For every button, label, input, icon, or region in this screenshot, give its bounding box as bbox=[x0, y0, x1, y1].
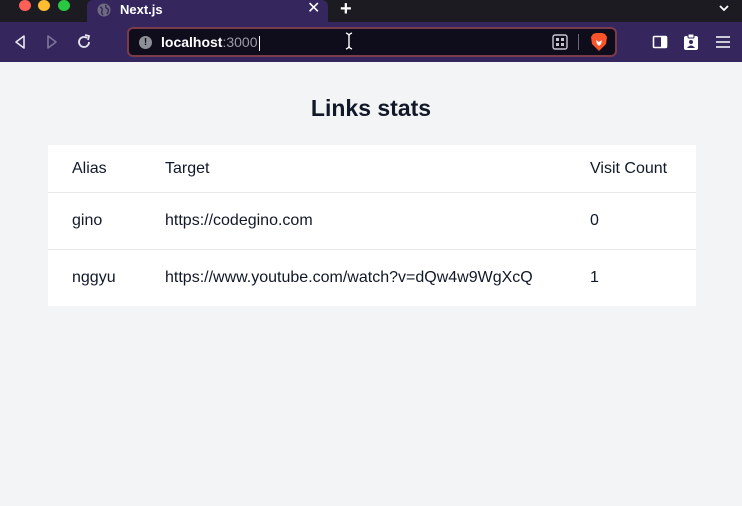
info-icon[interactable]: ! bbox=[139, 36, 152, 49]
table-row: nggyu https://www.youtube.com/watch?v=dQ… bbox=[48, 250, 696, 306]
target-cell: https://codegino.com bbox=[165, 212, 313, 229]
url-port: :3000 bbox=[222, 34, 258, 50]
window-zoom-button[interactable] bbox=[58, 0, 70, 11]
column-header-visit-count: Visit Count bbox=[590, 160, 668, 177]
globe-icon bbox=[97, 3, 111, 17]
table-row: gino https://codegino.com 0 bbox=[48, 193, 696, 250]
tab-list-icon[interactable] bbox=[717, 3, 731, 15]
address-bar[interactable]: ! localhost:3000 bbox=[127, 27, 617, 57]
tab-nextjs[interactable]: Next.js ✕ bbox=[87, 0, 328, 22]
alias-cell: gino bbox=[72, 212, 103, 229]
table-header-row: Alias Target Visit Count bbox=[48, 145, 696, 193]
ibeam-cursor-icon bbox=[345, 32, 353, 50]
divider bbox=[578, 34, 579, 50]
column-header-target: Target bbox=[165, 160, 210, 177]
tab-strip: Next.js ✕ + bbox=[0, 0, 742, 22]
url-text[interactable]: localhost:3000 bbox=[161, 34, 260, 51]
new-tab-button[interactable]: + bbox=[340, 0, 352, 19]
page-title: Links stats bbox=[310, 95, 432, 121]
target-cell: https://www.youtube.com/watch?v=dQw4w9Wg… bbox=[165, 269, 533, 286]
reload-icon[interactable] bbox=[75, 33, 93, 51]
forward-icon[interactable] bbox=[43, 33, 61, 51]
qr-icon[interactable] bbox=[552, 34, 568, 50]
tab-title: Next.js bbox=[120, 2, 163, 17]
column-header-alias: Alias bbox=[72, 160, 107, 177]
back-icon[interactable] bbox=[11, 33, 29, 51]
window-minimize-button[interactable] bbox=[38, 0, 50, 11]
sidebar-icon[interactable] bbox=[651, 33, 669, 51]
links-stats-table: Alias Target Visit Count gino https://co… bbox=[48, 145, 696, 306]
window-close-button[interactable] bbox=[19, 0, 31, 11]
brave-lion-icon[interactable] bbox=[590, 32, 608, 52]
wallet-icon[interactable] bbox=[682, 33, 700, 51]
alias-cell: nggyu bbox=[72, 269, 116, 286]
visit-count-cell: 1 bbox=[590, 269, 599, 286]
text-caret bbox=[258, 35, 260, 51]
url-host: localhost bbox=[161, 34, 223, 50]
tab-close-icon[interactable]: ✕ bbox=[307, 1, 320, 17]
visit-count-cell: 0 bbox=[590, 212, 599, 229]
browser-toolbar: ! localhost:3000 bbox=[0, 22, 742, 62]
menu-icon[interactable] bbox=[714, 33, 732, 51]
